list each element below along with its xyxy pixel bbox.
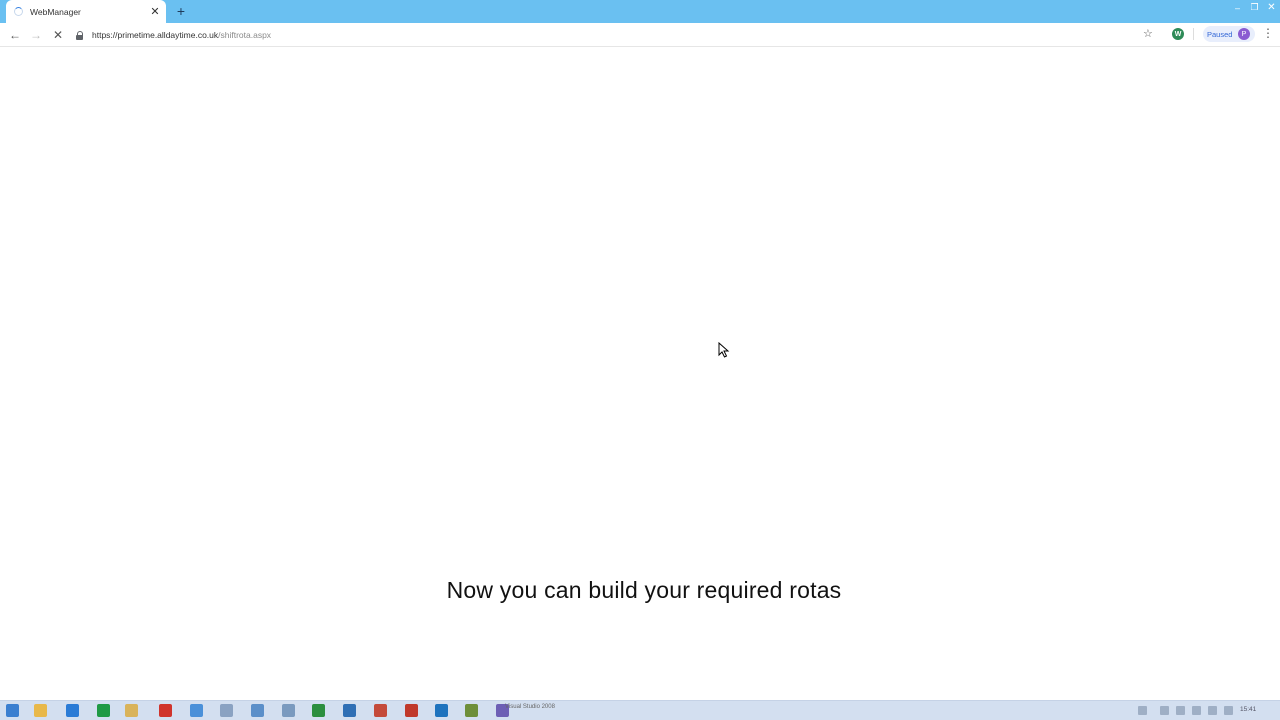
chevron-up-icon[interactable] xyxy=(1160,706,1169,715)
keyboard-icon[interactable] xyxy=(1138,706,1147,715)
taskbar-window-label: Visual Studio 2008 xyxy=(505,704,555,710)
chrome-icon[interactable] xyxy=(190,704,203,717)
taskbar-app-icon[interactable] xyxy=(220,704,233,717)
address-bar[interactable]: https://primetime.alldaytime.co.uk/shift… xyxy=(76,26,1136,44)
browser-toolbar: ← → ✕ https://primetime.alldaytime.co.uk… xyxy=(0,23,1280,47)
toolbar-divider xyxy=(1193,28,1194,40)
close-icon: ✕ xyxy=(52,28,64,42)
loading-spinner-icon xyxy=(14,7,23,16)
url-text: https://primetime.alldaytime.co.uk/shift… xyxy=(92,30,271,40)
taskbar-app-icon[interactable] xyxy=(97,704,110,717)
back-button[interactable]: ← xyxy=(6,26,24,44)
kebab-menu-icon[interactable]: ⋮ xyxy=(1262,26,1274,40)
paused-label: Paused xyxy=(1207,29,1233,39)
volume-icon[interactable] xyxy=(1208,706,1217,715)
network-icon[interactable] xyxy=(1176,706,1185,715)
windows-taskbar: Visual Studio 2008 15:41 xyxy=(0,700,1280,720)
file-explorer-icon[interactable] xyxy=(125,704,138,717)
window-close-button[interactable]: ✕ xyxy=(1263,0,1280,15)
taskbar-app-icon[interactable] xyxy=(465,704,478,717)
restore-button[interactable]: ❐ xyxy=(1246,0,1263,15)
video-caption: Now you can build your required rotas xyxy=(446,577,842,603)
minimize-button[interactable]: ‒ xyxy=(1229,0,1246,15)
taskbar-app-icon[interactable] xyxy=(282,704,295,717)
tab-title: WebManager xyxy=(30,6,81,17)
internet-explorer-icon[interactable] xyxy=(66,704,79,717)
window-controls: ‒ ❐ ✕ xyxy=(1229,0,1280,18)
plus-icon: + xyxy=(176,3,186,19)
arrow-left-icon: ← xyxy=(9,28,21,42)
page-content: Now you can build your required rotas xyxy=(0,47,1280,700)
tray-icon[interactable] xyxy=(1224,706,1233,715)
browser-titlebar: WebManager ✕ + ‒ ❐ ✕ xyxy=(0,0,1280,23)
tab-close-icon[interactable]: ✕ xyxy=(147,4,163,20)
mouse-cursor-icon xyxy=(718,342,730,358)
profile-avatar[interactable]: P xyxy=(1238,28,1250,40)
taskbar-app-icon[interactable] xyxy=(343,704,356,717)
url-path: /shiftrota.aspx xyxy=(218,30,272,40)
excel-icon[interactable] xyxy=(312,704,325,717)
taskbar-app-icon[interactable] xyxy=(405,704,418,717)
taskbar-app-icon[interactable] xyxy=(251,704,264,717)
skype-icon[interactable] xyxy=(435,704,448,717)
flag-icon[interactable] xyxy=(1192,706,1201,715)
forward-button[interactable]: → xyxy=(27,26,45,44)
url-host: https://primetime.alldaytime.co.uk xyxy=(92,30,219,40)
new-tab-button[interactable]: + xyxy=(172,2,190,20)
taskbar-app-icon[interactable] xyxy=(374,704,387,717)
extension-icon[interactable]: W xyxy=(1172,28,1184,40)
browser-tab-active[interactable]: WebManager ✕ xyxy=(6,0,166,23)
start-button-icon[interactable] xyxy=(6,704,19,717)
taskbar-app-icon[interactable] xyxy=(34,704,47,717)
arrow-right-icon: → xyxy=(30,28,42,42)
stop-loading-button[interactable]: ✕ xyxy=(49,26,67,44)
taskbar-app-icon[interactable] xyxy=(159,704,172,717)
taskbar-clock[interactable]: 15:41 xyxy=(1240,706,1256,713)
lock-icon xyxy=(76,30,83,40)
bookmark-star-icon[interactable]: ☆ xyxy=(1143,27,1153,40)
